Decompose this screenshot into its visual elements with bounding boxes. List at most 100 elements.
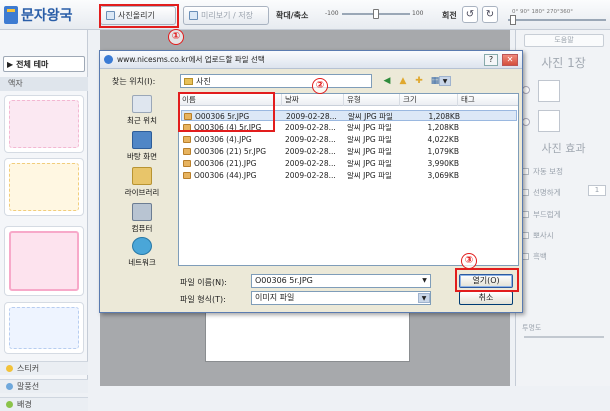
file-row[interactable]: O00306 (21).JPG 2009-02-28... 알씨 JPG 파일 … <box>181 158 517 169</box>
file-row[interactable]: O00306 (4).JPG 2009-02-28... 알씨 JPG 파일 4… <box>181 134 517 145</box>
file-row[interactable]: O00306 (21) 5r.JPG 2009-02-28... 알씨 JPG … <box>181 146 517 157</box>
place-desktop[interactable]: 바탕 화면 <box>110 131 174 162</box>
app-toolbar: 문자왕국 사진올리기 미리보기 / 저장 확대/축소 -100 100 회전 ↺… <box>0 0 610 30</box>
background-icon <box>6 401 13 408</box>
effect-auto-correct[interactable]: 자동 보정 <box>522 166 563 177</box>
preview-save-label: 미리보기 / 저장 <box>201 11 253 20</box>
dialog-help-button[interactable]: ? <box>484 54 498 66</box>
column-header-date[interactable]: 날짜 <box>282 94 344 106</box>
rotate-slider-thumb[interactable] <box>510 15 516 25</box>
file-type-label: 파일 형식(T): <box>180 295 226 304</box>
opacity-slider[interactable] <box>524 336 604 338</box>
zoom-slider[interactable] <box>342 9 410 19</box>
views-icon: ▦ <box>430 76 440 86</box>
tab-speech-bubble-label: 말풍선 <box>17 382 40 391</box>
frame-thumbnail[interactable] <box>4 226 84 296</box>
chevron-down-icon[interactable]: ▼ <box>419 276 430 286</box>
file-date: 2009-02-28... <box>285 123 336 132</box>
annotation-step-3: ③ <box>461 253 477 269</box>
file-name: O00306 (21).JPG <box>194 159 257 168</box>
rotate-slider[interactable]: 0° 90° 180° 270°360° <box>508 9 606 25</box>
annotation-highlight-upload <box>99 4 179 28</box>
views-menu-button[interactable]: ▦ <box>428 75 442 87</box>
column-header-type[interactable]: 유형 <box>344 94 400 106</box>
file-type: 알씨 JPG 파일 <box>347 123 392 132</box>
desktop-icon <box>132 131 152 149</box>
file-size: 1,079KB <box>427 147 459 156</box>
app-logo[interactable]: 문자왕국 <box>4 4 90 26</box>
frame-thumbnail[interactable] <box>4 302 84 354</box>
layout-option[interactable] <box>538 80 560 102</box>
place-network[interactable]: 네트워크 <box>110 237 174 268</box>
file-size: 3,069KB <box>427 171 459 180</box>
chevron-down-icon[interactable]: ▼ <box>418 293 430 303</box>
file-type: 알씨 JPG 파일 <box>347 159 392 168</box>
rotate-label: 회전 <box>442 11 457 20</box>
annotation-highlight-open <box>455 268 519 292</box>
look-in-select[interactable]: 사진 ▼ <box>180 74 451 88</box>
dialog-title: www.nicesms.co.kr에서 업로드할 파일 선택 <box>117 55 265 64</box>
dialog-close-button[interactable]: ✕ <box>502 54 518 66</box>
back-button[interactable]: ◀ <box>380 75 394 87</box>
tab-speech-bubble[interactable]: 말풍선 <box>0 379 88 393</box>
effect-soften[interactable]: 부드럽게 <box>522 209 561 220</box>
preview-save-button[interactable]: 미리보기 / 저장 <box>183 6 269 25</box>
theme-select[interactable]: ▶ 전체 테마 <box>3 56 85 72</box>
frame-preview <box>9 100 79 148</box>
image-file-icon <box>183 136 191 143</box>
frame-preview <box>9 307 79 349</box>
checkbox[interactable] <box>522 253 529 260</box>
new-folder-button[interactable]: ✚ <box>412 75 426 87</box>
zoom-label: 확대/축소 <box>276 11 309 20</box>
effect-glow[interactable]: 뽀사시 <box>522 230 554 241</box>
column-header-size[interactable]: 크기 <box>400 94 458 106</box>
layout-radio[interactable] <box>522 118 530 126</box>
recent-places-icon <box>132 95 152 113</box>
tab-sticker-label: 스티커 <box>17 364 40 373</box>
column-header-tag[interactable]: 태그 <box>458 94 518 106</box>
rotate-left-icon: ↺ <box>465 9 475 20</box>
effect-black-white[interactable]: 흑백 <box>522 251 547 262</box>
sharpen-value-select[interactable]: 1 <box>588 185 606 196</box>
checkbox[interactable] <box>522 211 529 218</box>
dialog-title-bar: www.nicesms.co.kr에서 업로드할 파일 선택 <box>100 51 522 69</box>
frame-tab[interactable]: 액자 <box>0 77 88 91</box>
file-name-input[interactable]: O00306 5r.JPG ▼ <box>251 274 431 288</box>
file-date: 2009-02-28... <box>285 171 336 180</box>
effect-label: 선명하게 <box>533 188 561 197</box>
place-libraries[interactable]: 라이브러리 <box>110 167 174 198</box>
speech-bubble-icon <box>6 383 13 390</box>
layout-radio[interactable] <box>522 86 530 94</box>
annotation-highlight-files <box>178 92 275 132</box>
checkbox[interactable] <box>522 168 529 175</box>
cancel-button[interactable]: 취소 <box>459 291 513 305</box>
file-size: 1,208KB <box>428 112 460 121</box>
chevron-right-icon: ▶ <box>7 59 14 69</box>
effect-sharpen[interactable]: 선명하게 <box>522 187 561 198</box>
rotate-left-button[interactable]: ↺ <box>462 6 478 23</box>
place-computer[interactable]: 컴퓨터 <box>110 203 174 234</box>
zoom-slider-thumb[interactable] <box>373 9 379 19</box>
computer-icon <box>132 203 152 221</box>
file-date: 2009-02-28... <box>285 159 336 168</box>
up-folder-button[interactable]: ▲ <box>396 75 410 87</box>
frame-thumbnail[interactable] <box>4 158 84 216</box>
help-button[interactable]: 도움말 <box>524 34 604 47</box>
place-recent[interactable]: 최근 위치 <box>110 95 174 126</box>
layout-option[interactable] <box>538 110 560 132</box>
checkbox[interactable] <box>522 232 529 239</box>
star-icon <box>6 365 13 372</box>
opacity-label: 투명도 <box>522 324 542 332</box>
annotation-step-2: ② <box>312 78 328 94</box>
rotate-right-button[interactable]: ↻ <box>482 6 498 23</box>
zoom-min-label: -100 <box>325 10 339 17</box>
image-file-icon <box>183 172 191 179</box>
frame-thumbnail[interactable] <box>4 95 84 153</box>
checkbox[interactable] <box>522 189 529 196</box>
file-row[interactable]: O00306 (44).JPG 2009-02-28... 알씨 JPG 파일 … <box>181 170 517 181</box>
tab-background[interactable]: 배경 <box>0 397 88 411</box>
tab-background-label: 배경 <box>17 400 32 409</box>
file-type-select[interactable]: 이미지 파일 ▼ <box>251 291 431 305</box>
tab-sticker[interactable]: 스티커 <box>0 361 88 375</box>
file-name-value: O00306 5r.JPG <box>255 276 313 285</box>
